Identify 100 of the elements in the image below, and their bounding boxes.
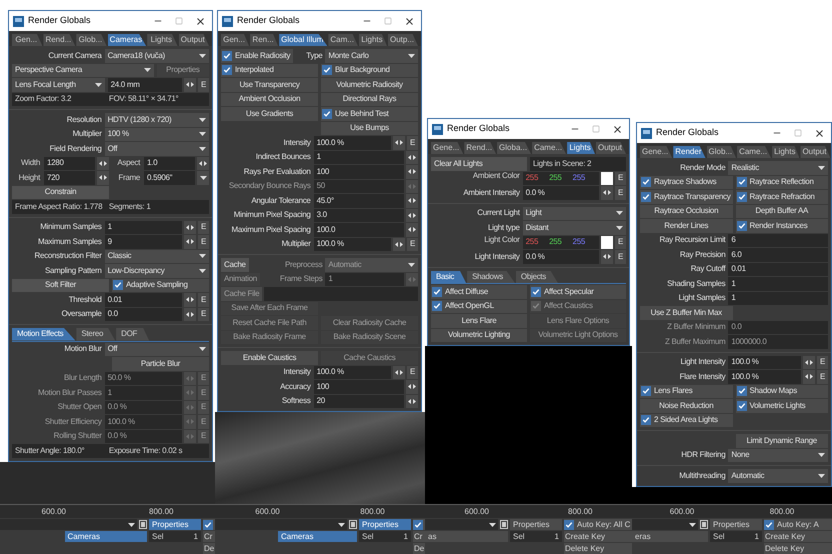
toggle-button[interactable]: Ambient Occlusion (221, 92, 318, 106)
mode-field[interactable]: Cameras (278, 531, 357, 542)
dropdown[interactable]: None (728, 448, 828, 462)
sub-tab[interactable]: Stereo (76, 328, 116, 340)
number-field[interactable]: 100.0 % (728, 370, 801, 384)
tab[interactable]: Lights (772, 146, 800, 158)
envelope-button[interactable]: E (198, 308, 209, 321)
spin-button[interactable] (393, 136, 405, 150)
spin-button[interactable] (803, 370, 815, 384)
toggle-button[interactable]: Affect Diffuse (431, 285, 527, 298)
number-field[interactable]: 24.0 mm (108, 78, 182, 92)
number-field[interactable]: 9 (104, 235, 182, 248)
toggle-button[interactable]: Render Instances (736, 219, 828, 232)
sub-tab[interactable]: DOF (116, 328, 150, 340)
spin-button[interactable] (184, 293, 196, 306)
toggle-button[interactable]: Volumetric Radiosity (321, 78, 418, 92)
toggle-button[interactable]: Directional Rays (321, 92, 418, 106)
number-field[interactable]: 1 (104, 220, 182, 234)
number-field[interactable]: 0.5906" (144, 171, 195, 184)
toggle-button[interactable]: Depth Buffer AA (736, 204, 828, 218)
dropdown[interactable]: Light (522, 206, 626, 220)
rgb-field[interactable]: 255 255 255 (522, 236, 599, 249)
close-icon[interactable] (404, 16, 415, 26)
tab[interactable]: Came... (532, 142, 566, 154)
spin-button[interactable] (601, 186, 613, 200)
toggle-button[interactable]: Volumetric Lights (736, 399, 828, 412)
toggle-button[interactable]: Lens Flare (431, 314, 527, 328)
toggle-button[interactable]: Adaptive Sampling (112, 278, 209, 292)
tab[interactable]: Cam... (328, 34, 358, 46)
spin-button[interactable] (97, 156, 109, 170)
number-field[interactable]: 100.0 % (728, 356, 801, 369)
sub-tab[interactable]: Motion Effects (12, 328, 76, 340)
number-field[interactable]: 1280 (44, 156, 95, 170)
push-button[interactable]: Soft Filter (12, 278, 109, 292)
key-button[interactable]: Delete Key (764, 543, 832, 554)
toggle-button[interactable]: Limit Dynamic Range (736, 434, 828, 448)
tab[interactable]: Global Illum (279, 34, 328, 46)
toggle-button[interactable]: Blur Background (321, 64, 418, 77)
number-field[interactable]: 1 (728, 292, 828, 305)
envelope-button[interactable]: E (615, 236, 626, 249)
auto-key-toggle[interactable]: Auto Key: All C (564, 519, 632, 530)
toggle-button[interactable]: Use Bumps (321, 122, 418, 135)
key-button[interactable]: Create Key (564, 531, 632, 542)
tab[interactable]: Outp... (388, 34, 418, 46)
envelope-button[interactable]: E (407, 136, 418, 150)
number-field[interactable]: 1 (314, 150, 404, 164)
number-field[interactable]: 100 (314, 380, 404, 394)
number-field[interactable]: 100.0 % (314, 136, 391, 150)
spin-button[interactable] (406, 380, 418, 394)
spin-button[interactable] (406, 150, 418, 164)
spin-button[interactable] (601, 250, 613, 264)
toggle-button[interactable]: Affect Specular (530, 285, 626, 298)
spin-button[interactable] (393, 366, 405, 379)
timeline-ruler[interactable]: 600.00 800.00 (632, 504, 832, 518)
spin-button[interactable] (393, 238, 405, 251)
envelope-button[interactable]: E (615, 172, 626, 185)
toggle-button[interactable]: Enable Radiosity (221, 49, 294, 62)
spin-button[interactable] (406, 165, 418, 178)
toggle-button[interactable]: Noise Reduction (640, 399, 732, 412)
tab[interactable]: Lights (147, 34, 178, 46)
mode-field[interactable]: as (425, 531, 508, 542)
toggle-button[interactable]: Volumetric Lighting (431, 328, 527, 342)
panel-icon[interactable] (700, 520, 708, 529)
file-path-field[interactable] (264, 287, 418, 300)
panel-icon[interactable] (139, 520, 147, 529)
toggle-button[interactable]: Raytrace Reflection (736, 176, 828, 189)
dropdown-button[interactable] (197, 171, 209, 184)
spin-button[interactable] (803, 356, 815, 369)
number-field[interactable]: 6.0 (728, 248, 828, 262)
spin-button[interactable] (406, 208, 418, 222)
push-button[interactable]: Clear All Lights (431, 157, 527, 170)
number-field[interactable]: 1.0 (144, 156, 195, 170)
color-swatch[interactable] (601, 172, 613, 185)
tab[interactable]: Glob... (76, 34, 107, 46)
envelope-button[interactable]: E (198, 293, 209, 306)
dropdown[interactable]: Monte Carlo (325, 49, 418, 62)
key-button[interactable]: De (413, 543, 425, 554)
toggle-button[interactable]: Affect OpenGL (431, 300, 527, 313)
number-field[interactable]: 0.01 (104, 293, 182, 306)
envelope-button[interactable]: E (817, 356, 828, 369)
dropdown[interactable]: Distant (522, 221, 626, 234)
envelope-button[interactable]: E (198, 220, 209, 234)
panel-icon[interactable] (500, 520, 508, 529)
number-field[interactable]: 100.0 % (314, 366, 391, 379)
dropdown[interactable]: Lens Focal Length (12, 78, 105, 92)
number-field[interactable]: 6 (728, 234, 828, 247)
tab[interactable]: Output (178, 34, 209, 46)
toggle-button[interactable]: Enable Caustics (221, 351, 318, 364)
dropdown[interactable]: HDTV (1280 x 720) (104, 113, 209, 126)
number-field[interactable]: 0.0 % (522, 250, 599, 264)
tab[interactable]: Gen... (221, 34, 250, 46)
spin-button[interactable] (406, 394, 418, 408)
sub-tab[interactable]: Objects (516, 270, 558, 283)
number-field[interactable]: 1 (728, 277, 828, 290)
toggle-button[interactable]: Raytrace Transparency (640, 190, 732, 204)
envelope-button[interactable]: E (198, 235, 209, 248)
close-icon[interactable] (612, 124, 623, 134)
spin-button[interactable] (184, 308, 196, 321)
number-field[interactable]: 0.0 % (522, 186, 599, 200)
spin-button[interactable] (406, 194, 418, 208)
